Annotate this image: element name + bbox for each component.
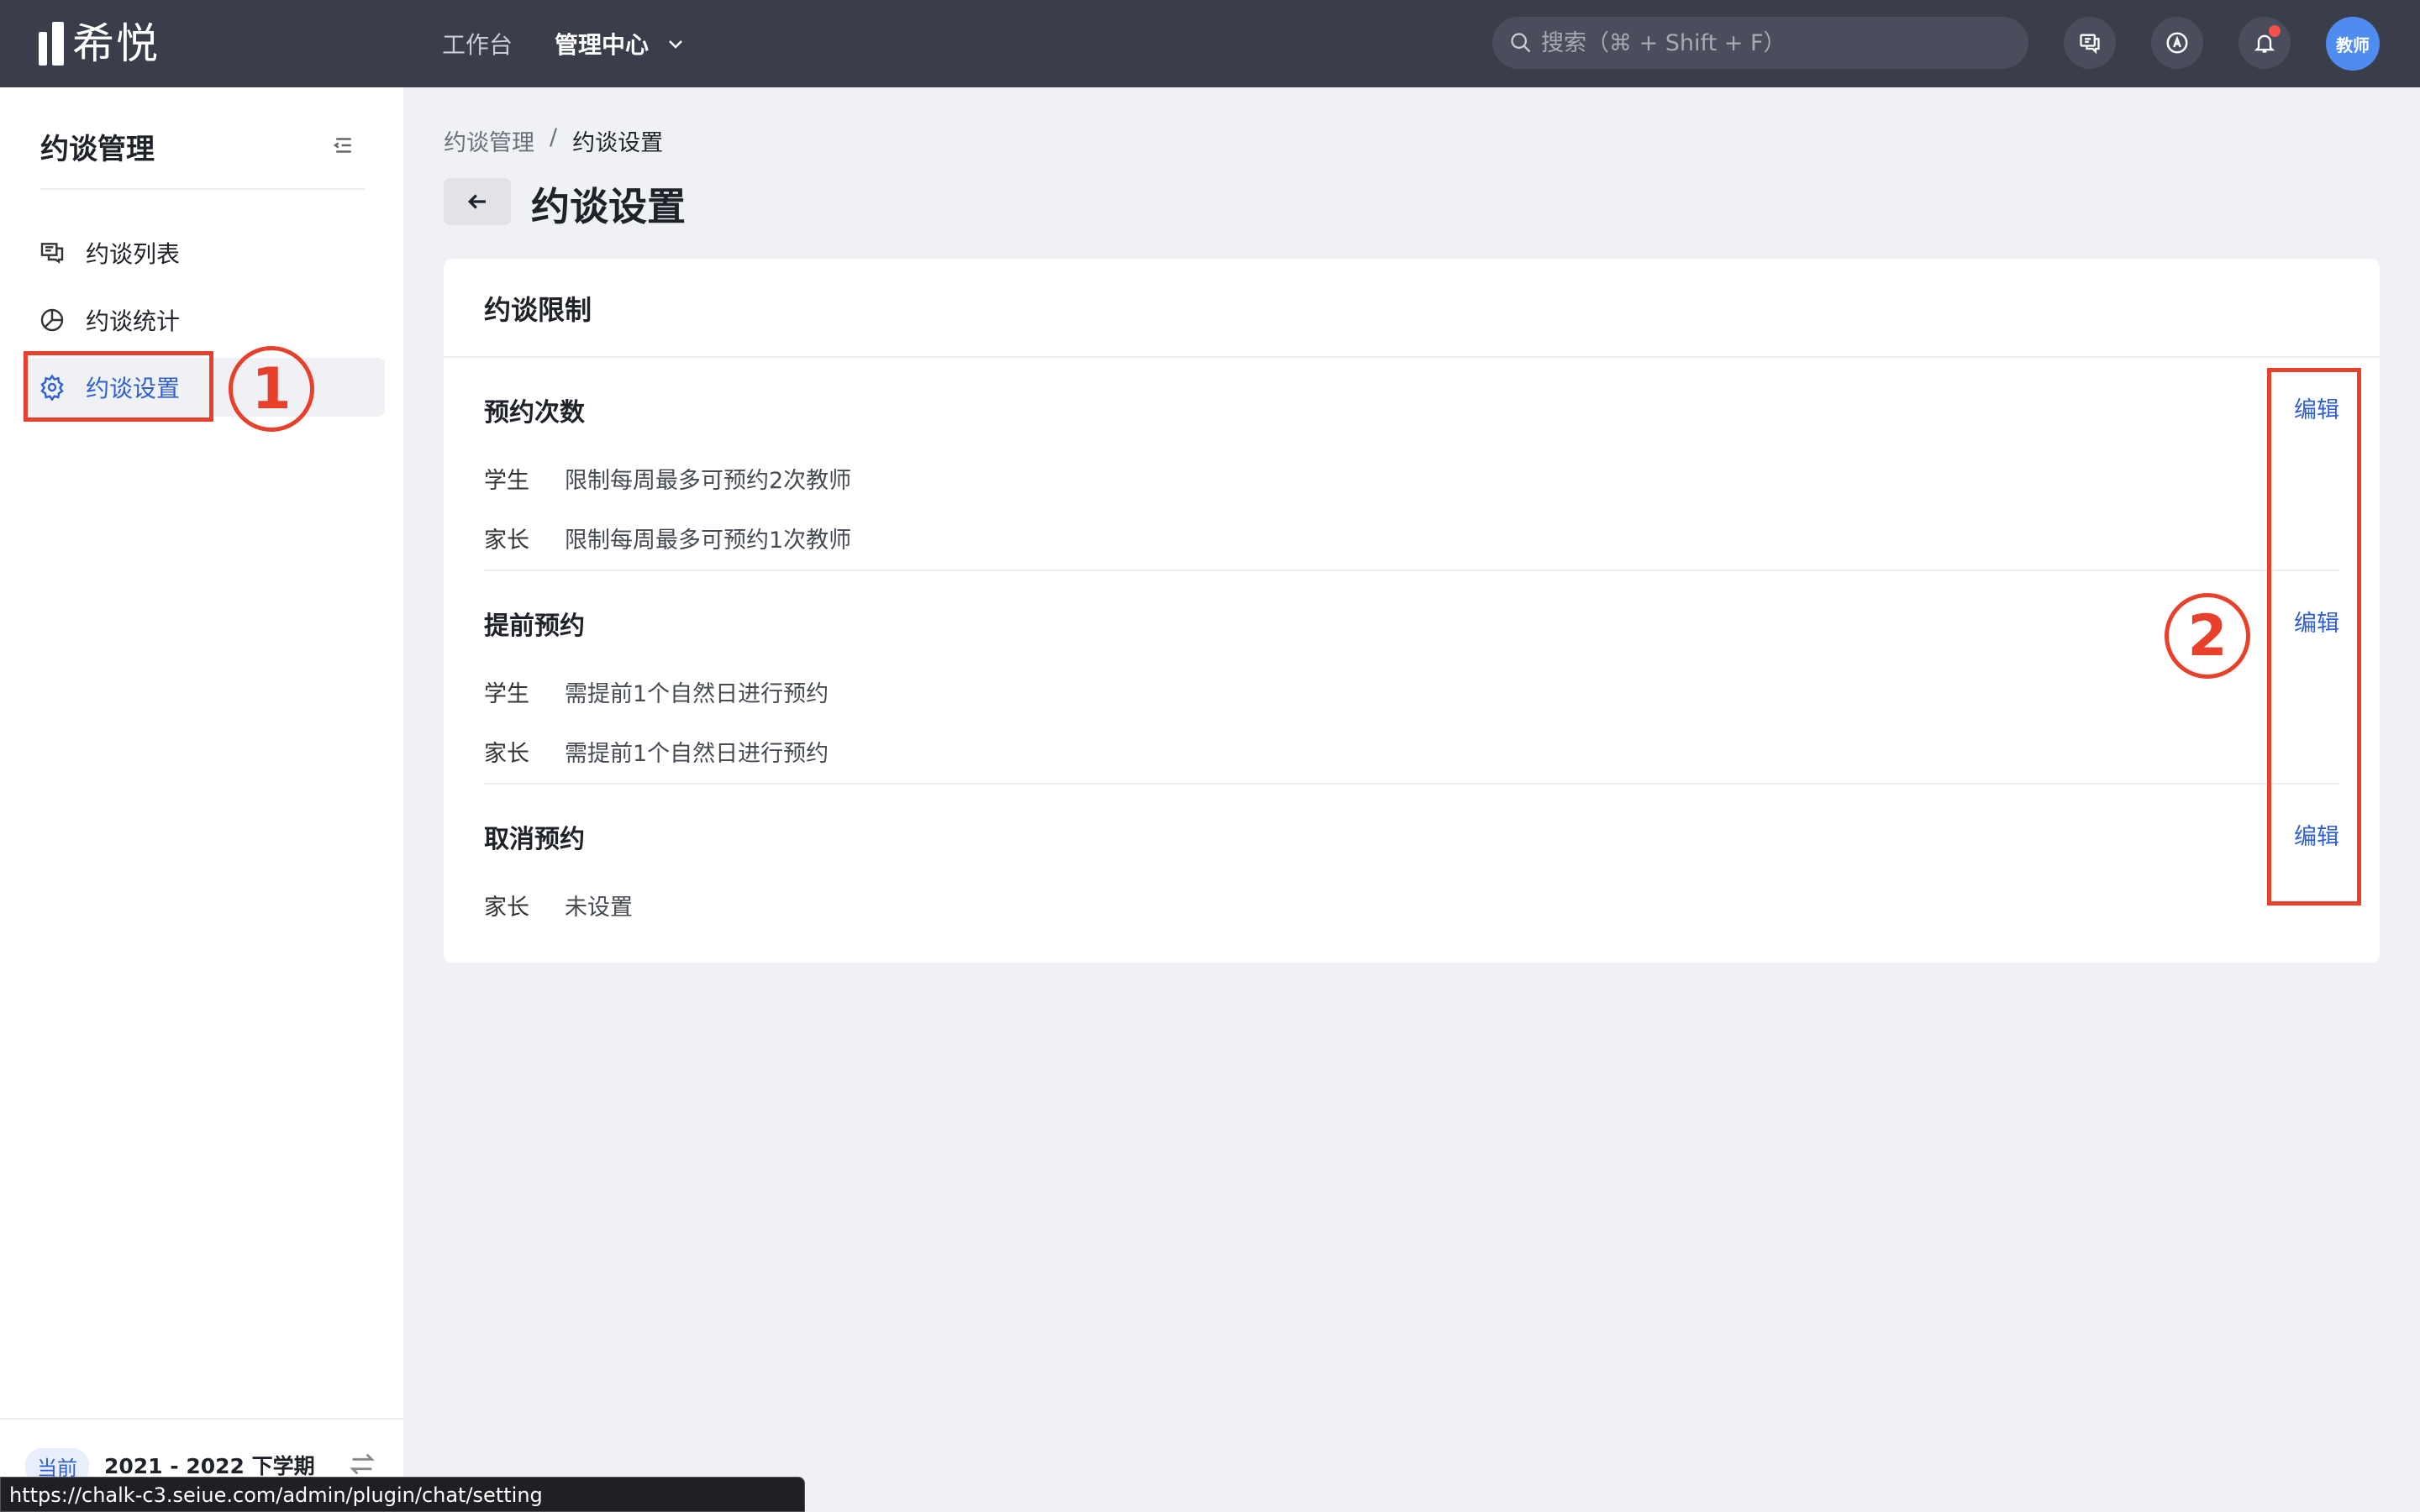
sidebar-item-chat-stats[interactable]: 约谈统计 <box>25 291 385 349</box>
setting-row: 学生 限制每周最多可预约2次教师 <box>484 462 2339 495</box>
setting-row: 学生 需提前1个自然日进行预约 <box>484 675 2339 708</box>
arrow-left-icon <box>467 194 486 209</box>
search-icon <box>1511 33 1531 53</box>
back-button[interactable] <box>444 178 511 225</box>
compass-icon <box>2166 32 2188 54</box>
search-input[interactable] <box>1541 29 2012 56</box>
setting-row: 家长 限制每周最多可预约1次教师 <box>484 522 2339 554</box>
pie-chart-icon <box>40 308 64 332</box>
sidebar-item-chat-list[interactable]: 约谈列表 <box>25 223 385 282</box>
sidebar: 约谈管理 约谈列表 约谈统计 约谈设置 当前 2021 - 2022 下学期 <box>0 87 403 1512</box>
sidebar-footer-divider <box>0 1418 403 1420</box>
row-value: 限制每周最多可预约1次教师 <box>565 528 852 554</box>
message-list-icon <box>40 243 64 264</box>
notification-dot <box>2269 25 2281 37</box>
sidebar-divider <box>40 188 365 190</box>
breadcrumb: 约谈管理 / 约谈设置 <box>444 124 663 157</box>
row-value: 需提前1个自然日进行预约 <box>565 681 829 707</box>
notifications-button[interactable] <box>2238 17 2291 69</box>
breadcrumb-current: 约谈设置 <box>572 130 664 156</box>
nav-workbench[interactable]: 工作台 <box>442 27 513 60</box>
section-title: 预约次数 <box>484 398 585 428</box>
switch-term-icon[interactable] <box>348 1450 376 1478</box>
breadcrumb-parent[interactable]: 约谈管理 <box>444 124 534 157</box>
annotation-box-2 <box>2267 368 2361 906</box>
top-bar: 希悦 工作台 管理中心 教师 <box>0 0 2420 87</box>
page-title: 约谈设置 <box>531 184 686 229</box>
collapse-sidebar-icon[interactable] <box>331 133 356 158</box>
nav-admin-center-label: 管理中心 <box>555 31 650 59</box>
user-avatar[interactable]: 教师 <box>2326 17 2380 71</box>
section-cancel-booking: 取消预约 编辑 家长 未设置 <box>484 818 2339 921</box>
row-label: 家长 <box>484 528 529 554</box>
current-term: 2021 - 2022 下学期 <box>104 1454 315 1478</box>
section-divider <box>484 570 2339 571</box>
row-label: 学生 <box>484 468 529 494</box>
row-label: 学生 <box>484 681 529 707</box>
section-title: 取消预约 <box>484 825 585 854</box>
annotation-box-1 <box>24 351 213 422</box>
sidebar-title: 约谈管理 <box>40 133 155 166</box>
section-divider <box>484 783 2339 785</box>
breadcrumb-separator: / <box>550 124 558 150</box>
row-value: 限制每周最多可预约2次教师 <box>565 468 852 494</box>
app-logo[interactable]: 希悦 <box>39 20 160 67</box>
section-advance-booking: 提前预约 编辑 学生 需提前1个自然日进行预约 家长 需提前1个自然日进行预约 <box>484 605 2339 768</box>
chevron-down-icon <box>669 40 682 49</box>
logo-mark-icon <box>39 22 64 66</box>
card-divider <box>444 356 2380 358</box>
row-label: 家长 <box>484 895 529 921</box>
apps-button[interactable] <box>2151 17 2203 69</box>
sidebar-item-label: 约谈列表 <box>86 240 181 268</box>
top-nav: 工作台 管理中心 <box>442 0 728 87</box>
annotation-marker-2: 2 <box>2165 593 2250 679</box>
logo-text: 希悦 <box>72 19 160 68</box>
messages-button[interactable] <box>2064 17 2116 69</box>
global-search[interactable] <box>1492 17 2028 69</box>
annotation-marker-1: 1 <box>229 346 314 432</box>
section-title: 提前预约 <box>484 612 585 641</box>
row-label: 家长 <box>484 741 529 767</box>
status-url-bar: https://chalk-c3.seiue.com/admin/plugin/… <box>0 1477 805 1512</box>
setting-row: 家长 需提前1个自然日进行预约 <box>484 735 2339 768</box>
chat-icon <box>2080 34 2100 55</box>
row-value: 未设置 <box>565 895 633 921</box>
nav-admin-center[interactable]: 管理中心 <box>555 27 686 60</box>
row-value: 需提前1个自然日进行预约 <box>565 741 829 767</box>
card-title: 约谈限制 <box>484 294 592 326</box>
setting-row: 家长 未设置 <box>484 889 2339 921</box>
settings-card: 约谈限制 预约次数 编辑 学生 限制每周最多可预约2次教师 家长 限制每周最多可… <box>444 259 2380 963</box>
section-booking-count: 预约次数 编辑 学生 限制每周最多可预约2次教师 家长 限制每周最多可预约1次教… <box>484 391 2339 554</box>
sidebar-item-label: 约谈统计 <box>86 307 181 335</box>
